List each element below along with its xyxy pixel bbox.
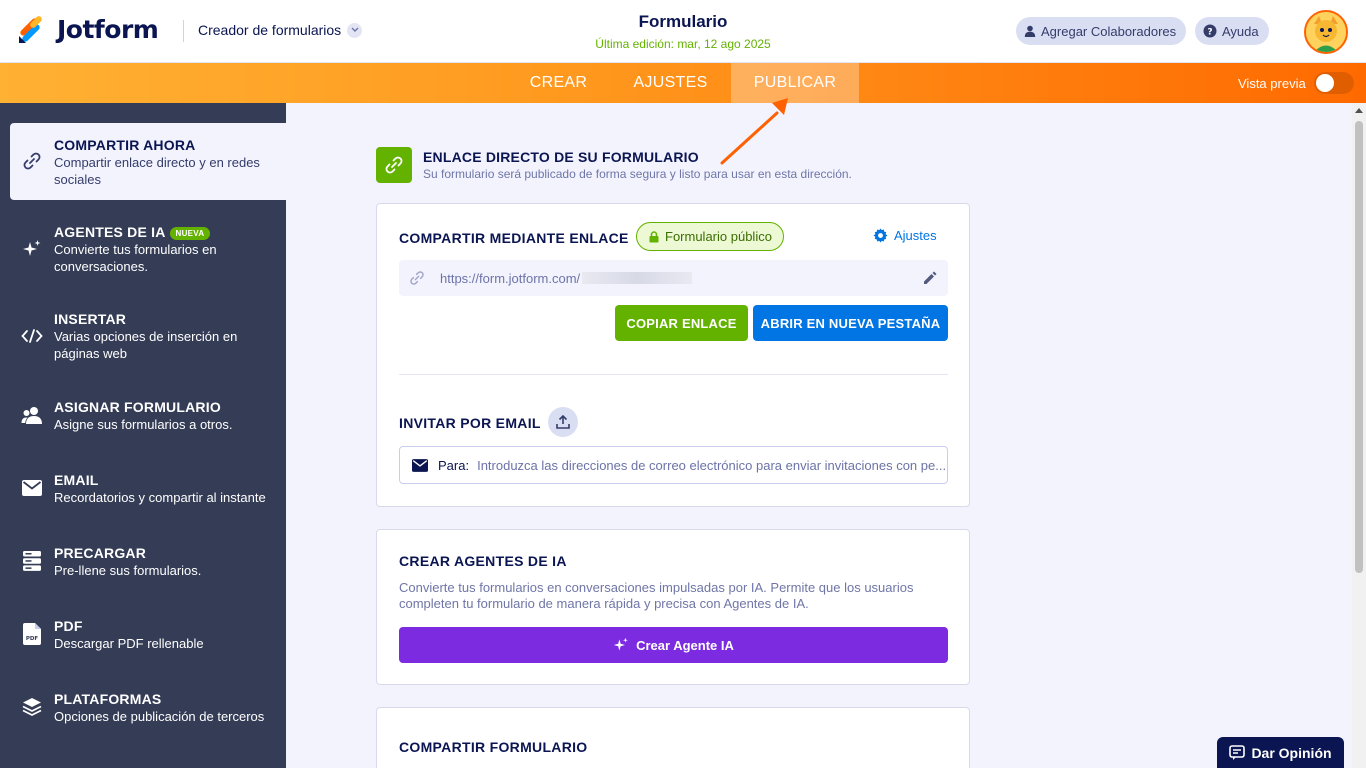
annotation-arrow (720, 98, 788, 165)
sidebar-item-desc: Compartir enlace directo y en redes soci… (54, 155, 260, 187)
link-settings-button[interactable]: Ajustes (873, 228, 937, 243)
direct-link-title: ENLACE DIRECTO DE SU FORMULARIO (423, 149, 699, 165)
ai-agents-description: Convierte tus formularios en conversacio… (399, 580, 914, 611)
database-icon (20, 549, 44, 573)
create-ai-agent-button[interactable]: Crear Agente IA (399, 627, 948, 663)
sidebar-item-title: PLATAFORMAS (54, 691, 162, 707)
sidebar-item-compartir-ahora[interactable]: COMPARTIR AHORA Compartir enlace directo… (10, 123, 286, 200)
to-label: Para: (438, 457, 470, 473)
upload-contacts-button[interactable] (548, 407, 578, 437)
upload-icon (556, 415, 570, 429)
help-label: Ayuda (1222, 23, 1259, 39)
sidebar-item-desc: Recordatorios y compartir al instante (54, 490, 266, 505)
preview-toggle-group: Vista previa (1238, 63, 1354, 103)
share-form-card: COMPARTIR FORMULARIO (376, 707, 970, 768)
lock-icon (649, 230, 659, 242)
users-icon (20, 403, 44, 427)
sidebar-item-pdf[interactable]: PDF PDF Descargar PDF rellenable (10, 609, 286, 659)
sidebar-item-title: PDF (54, 618, 83, 634)
public-form-badge[interactable]: Formulario público (636, 222, 784, 251)
link-icon (20, 149, 44, 173)
toggle-knob (1315, 74, 1334, 92)
link-settings-label: Ajustes (894, 228, 937, 243)
main-scrollbar[interactable] (1352, 103, 1366, 768)
ai-agents-card: CREAR AGENTES DE IA Convierte tus formul… (376, 529, 970, 685)
form-url-redacted (582, 272, 693, 284)
add-collaborators-label: Agregar Colaboradores (1041, 23, 1177, 39)
svg-text:PDF: PDF (26, 636, 39, 642)
sidebar-item-desc: Opciones de publicación de terceros (54, 709, 265, 724)
sidebar-item-precargar[interactable]: PRECARGAR Pre-llene sus formularios. (10, 536, 286, 586)
publish-sidebar: COMPARTIR AHORA Compartir enlace directo… (0, 103, 286, 768)
scroll-up-arrow[interactable] (1355, 108, 1363, 113)
layers-icon (20, 695, 44, 719)
card-divider (399, 374, 948, 375)
direct-link-subtitle: Su formulario será publicado de forma se… (423, 167, 852, 181)
copy-link-button[interactable]: COPIAR ENLACE (615, 305, 748, 341)
sidebar-item-title-text: AGENTES DE IA (54, 224, 166, 240)
tab-crear[interactable]: CREAR (520, 63, 597, 103)
sidebar-item-title: INSERTAR (54, 311, 127, 327)
preview-toggle[interactable] (1313, 72, 1354, 94)
feedback-label: Dar Opinión (1251, 744, 1332, 761)
pencil-icon[interactable] (923, 271, 937, 285)
user-avatar[interactable] (1304, 10, 1348, 54)
feedback-icon (1229, 744, 1246, 761)
invite-email-title: INVITAR POR EMAIL (399, 415, 541, 431)
feedback-button[interactable]: Dar Opinión (1217, 737, 1344, 768)
open-new-tab-button[interactable]: ABRIR EN NUEVA PESTAÑA (753, 305, 948, 341)
sidebar-item-desc: Convierte tus formularios en conversacio… (54, 242, 217, 274)
help-button[interactable]: ? Ayuda (1195, 17, 1269, 45)
envelope-icon (412, 458, 428, 472)
sidebar-item-desc: Descargar PDF rellenable (54, 636, 204, 651)
form-url-field[interactable]: https://form.jotform.com/ (399, 260, 948, 296)
sidebar-item-desc: Varias opciones de inserción en páginas … (54, 329, 238, 361)
link-icon (410, 271, 424, 285)
sparkle-icon (613, 637, 628, 651)
link-badge-icon (376, 147, 412, 183)
share-form-title: COMPARTIR FORMULARIO (399, 739, 588, 755)
sidebar-item-title: PRECARGAR (54, 545, 147, 561)
ai-agents-title: CREAR AGENTES DE IA (399, 553, 567, 569)
new-badge: NUEVA (169, 226, 211, 240)
tab-ajustes[interactable]: AJUSTES (624, 63, 717, 103)
sidebar-item-title: EMAIL (54, 472, 99, 488)
user-icon (1024, 25, 1036, 37)
builder-nav-bar: CREAR AJUSTES PUBLICAR Vista previa (0, 63, 1366, 103)
gear-icon (873, 228, 888, 243)
invite-email-field[interactable]: Para: (399, 446, 948, 484)
envelope-icon (20, 476, 44, 500)
question-circle-icon: ? (1203, 24, 1217, 38)
public-form-label: Formulario público (665, 229, 772, 244)
share-link-card: COMPARTIR MEDIANTE ENLACE Formulario púb… (376, 203, 970, 507)
sidebar-item-plataformas[interactable]: PLATAFORMAS Opciones de publicación de t… (10, 682, 286, 732)
svg-text:?: ? (1207, 28, 1212, 38)
sidebar-item-desc: Asigne sus formularios a otros. (54, 417, 233, 432)
scroll-thumb[interactable] (1355, 121, 1363, 573)
share-link-title: COMPARTIR MEDIANTE ENLACE (399, 230, 629, 246)
sidebar-item-email[interactable]: EMAIL Recordatorios y compartir al insta… (10, 463, 286, 513)
top-header: Jotform Creador de formularios Formulari… (0, 0, 1366, 63)
sidebar-item-asignar-formulario[interactable]: ASIGNAR FORMULARIO Asigne sus formulario… (10, 390, 286, 440)
add-collaborators-button[interactable]: Agregar Colaboradores (1016, 17, 1187, 45)
pdf-file-icon: PDF (20, 622, 44, 646)
sidebar-item-desc: Pre-llene sus formularios. (54, 563, 202, 578)
sidebar-item-title: COMPARTIR AHORA (54, 137, 196, 153)
create-ai-agent-label: Crear Agente IA (636, 637, 734, 653)
sidebar-item-title: ASIGNAR FORMULARIO (54, 399, 221, 415)
form-url-text: https://form.jotform.com/ (440, 270, 581, 286)
preview-label: Vista previa (1238, 75, 1306, 91)
sparkle-icon (20, 237, 44, 261)
email-recipients-input[interactable] (477, 457, 946, 473)
sidebar-item-insertar[interactable]: INSERTAR Varias opciones de inserción en… (10, 300, 286, 370)
sidebar-item-title: AGENTES DE IA NUEVA (54, 224, 211, 240)
code-icon (20, 324, 44, 348)
sidebar-item-agentes-ia[interactable]: AGENTES DE IA NUEVA Convierte tus formula… (10, 213, 286, 283)
